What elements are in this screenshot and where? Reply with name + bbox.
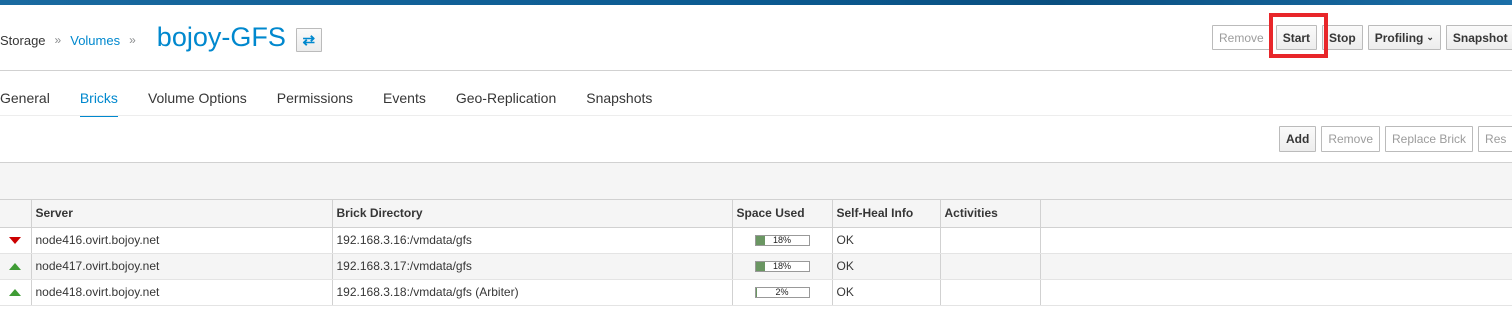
brick-directory-cell: 192.168.3.18:/vmdata/gfs (Arbiter) — [332, 279, 733, 306]
column-header-filler — [1040, 200, 1512, 228]
activities-cell — [940, 279, 1041, 306]
tab-geo-replication[interactable]: Geo-Replication — [456, 80, 556, 116]
status-up-icon — [9, 263, 22, 270]
tab-general[interactable]: General — [0, 80, 50, 116]
breadcrumb-storage: Storage — [0, 32, 46, 48]
stop-button[interactable]: Stop — [1322, 25, 1363, 50]
tab-events[interactable]: Events — [383, 80, 426, 116]
bricks-table: Server Brick Directory Space Used Self-H… — [0, 200, 1512, 306]
snapshot-button[interactable]: Snapshot — [1445, 25, 1512, 50]
top-header-strip — [0, 0, 1512, 5]
space-used-label: 18% — [772, 234, 791, 245]
reset-brick-button[interactable]: Res — [1478, 126, 1512, 152]
start-button-highlight — [1269, 13, 1328, 58]
column-header-server[interactable]: Server — [31, 200, 333, 228]
profiling-dropdown-button[interactable]: Profiling ⌄ — [1367, 25, 1441, 50]
self-heal-cell: OK — [832, 227, 941, 254]
switch-volume-button[interactable]: ⇄ — [295, 28, 322, 52]
filler-cell — [1040, 279, 1512, 306]
column-header-space-used[interactable]: Space Used — [732, 200, 833, 228]
remove-brick-button[interactable]: Remove — [1321, 126, 1381, 152]
table-row[interactable]: node417.ovirt.bojoy.net 192.168.3.17:/vm… — [0, 253, 1512, 280]
breadcrumb-separator: » — [54, 33, 62, 47]
self-heal-cell: OK — [832, 253, 941, 280]
space-used-cell: 18% — [732, 227, 833, 254]
breadcrumb-volumes-link[interactable]: Volumes — [70, 33, 120, 48]
add-brick-button[interactable]: Add — [1279, 126, 1317, 152]
activities-cell — [940, 227, 1041, 254]
column-header-self-heal-info[interactable]: Self-Heal Info — [832, 200, 941, 228]
server-cell: node416.ovirt.bojoy.net — [31, 227, 333, 254]
activities-cell — [940, 253, 1041, 280]
space-used-cell: 2% — [732, 279, 833, 306]
space-used-bar: 18% — [754, 234, 810, 246]
detail-tabs: General Bricks Volume Options Permission… — [0, 80, 682, 117]
space-used-label: 2% — [775, 286, 789, 297]
grid-toolbar-area — [0, 162, 1512, 200]
server-cell: node417.ovirt.bojoy.net — [31, 253, 333, 280]
page-title: bojoy-GFS — [156, 21, 286, 52]
tab-bricks[interactable]: Bricks — [79, 80, 119, 117]
breadcrumb-separator: » — [129, 33, 136, 47]
status-cell — [0, 279, 32, 306]
replace-brick-button[interactable]: Replace Brick — [1385, 126, 1474, 152]
tab-snapshots[interactable]: Snapshots — [586, 80, 652, 116]
brick-directory-cell: 192.168.3.16:/vmdata/gfs — [332, 227, 733, 254]
chevron-down-icon: ⌄ — [1426, 32, 1434, 42]
space-used-label: 18% — [772, 260, 791, 271]
filler-cell — [1040, 253, 1512, 280]
brick-directory-cell: 192.168.3.17:/vmdata/gfs — [332, 253, 733, 280]
column-header-status — [0, 200, 32, 228]
profiling-label: Profiling — [1374, 30, 1424, 45]
filler-cell — [1040, 227, 1512, 254]
table-row[interactable]: node418.ovirt.bojoy.net 192.168.3.18:/vm… — [0, 279, 1512, 306]
tabs-divider — [0, 115, 1512, 116]
column-header-brick-directory[interactable]: Brick Directory — [332, 200, 733, 228]
server-cell: node418.ovirt.bojoy.net — [31, 279, 333, 306]
tab-permissions[interactable]: Permissions — [277, 80, 353, 116]
space-used-bar: 18% — [754, 260, 810, 272]
status-cell — [0, 253, 32, 280]
tab-volume-options[interactable]: Volume Options — [148, 80, 247, 116]
space-used-bar: 2% — [754, 286, 810, 298]
remove-volume-button[interactable]: Remove — [1212, 25, 1271, 50]
swap-icon: ⇄ — [302, 32, 316, 49]
status-down-icon — [9, 237, 22, 244]
self-heal-cell: OK — [832, 279, 941, 306]
breadcrumb: Storage » Volumes » bojoy-GFS ⇄ — [0, 22, 322, 58]
brick-toolbar: Add Remove Replace Brick Res — [1279, 126, 1512, 152]
status-up-icon — [9, 289, 22, 296]
table-row[interactable]: node416.ovirt.bojoy.net 192.168.3.16:/vm… — [0, 227, 1512, 254]
header-divider — [0, 70, 1512, 71]
table-header-row: Server Brick Directory Space Used Self-H… — [0, 200, 1512, 228]
volume-actions-toolbar: Remove Start Stop Profiling ⌄ Snapshot — [1212, 25, 1512, 50]
space-used-cell: 18% — [732, 253, 833, 280]
column-header-activities[interactable]: Activities — [940, 200, 1041, 228]
status-cell — [0, 227, 32, 254]
